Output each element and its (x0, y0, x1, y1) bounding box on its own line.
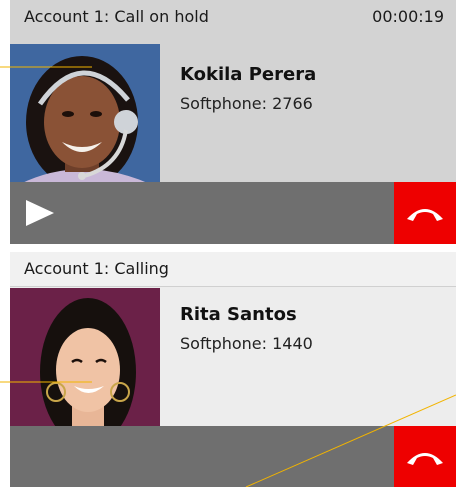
callout-lines (0, 66, 456, 487)
callout-line-controls (245, 394, 456, 487)
